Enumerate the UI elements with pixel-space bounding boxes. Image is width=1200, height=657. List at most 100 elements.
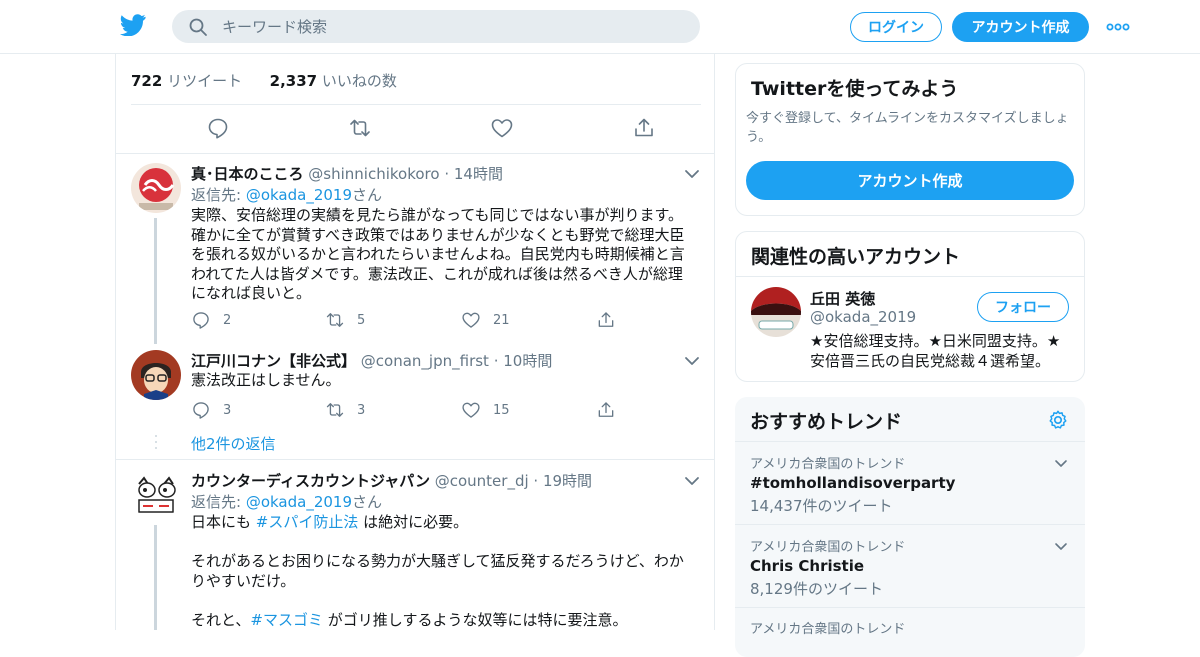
tweet-time[interactable]: 19時間	[543, 472, 592, 490]
reply-handle-link[interactable]: @okada_2019	[246, 186, 352, 204]
author-handle[interactable]: @counter_dj	[435, 472, 529, 490]
divider	[735, 524, 1085, 525]
reply-tweet[interactable]: 真･日本のこころ @shinnichikokoro · 14時間 返信先: @o…	[116, 163, 714, 344]
like-icon	[462, 312, 480, 328]
thread-line	[154, 218, 157, 344]
likes-count[interactable]: 2,337	[270, 72, 317, 90]
reply-tweet[interactable]: 江戸川コナン【非公式】 @conan_jpn_first · 10時間 憲法改正…	[116, 350, 714, 460]
share-action[interactable]	[596, 400, 628, 420]
related-account-handle[interactable]: @okada_2019	[810, 308, 916, 326]
retweet-count: 5	[357, 312, 366, 328]
reply-tweet[interactable]: カウンターディスカウントジャパン @counter_dj · 19時間 返信先:…	[116, 470, 714, 630]
trend-topic[interactable]: Chris Christie	[750, 557, 1070, 575]
author-name[interactable]: 真･日本のこころ	[191, 165, 304, 183]
signup-card-button[interactable]: アカウント作成	[746, 161, 1074, 200]
like-count: 15	[493, 402, 510, 418]
gear-icon[interactable]	[1047, 409, 1069, 431]
follow-button[interactable]: フォロー	[977, 292, 1069, 322]
more-icon[interactable]	[1106, 18, 1130, 36]
avatar[interactable]	[131, 470, 181, 520]
reply-icon[interactable]	[206, 116, 230, 140]
avatar[interactable]	[131, 350, 181, 400]
like-icon[interactable]	[490, 116, 514, 140]
tweet-time[interactable]: 14時間	[454, 165, 503, 183]
trend-item[interactable]: アメリカ合衆国のトレンド	[750, 618, 1070, 637]
share-icon	[598, 402, 614, 417]
avatar[interactable]	[131, 163, 181, 213]
chevron-down-icon[interactable]	[684, 476, 700, 486]
related-account-name[interactable]: 丘田 英徳	[810, 288, 875, 309]
retweet-icon[interactable]	[348, 116, 372, 140]
thread-dots	[155, 435, 157, 449]
login-button[interactable]: ログイン	[850, 12, 942, 42]
search-box	[172, 10, 700, 43]
author-handle[interactable]: @conan_jpn_first	[361, 352, 489, 370]
trend-count: 8,129件のツイート	[750, 580, 883, 598]
show-more-replies-link[interactable]: 他2件の返信	[191, 433, 276, 454]
hashtag-link[interactable]: #マスゴミ	[250, 611, 323, 629]
divider	[735, 607, 1085, 608]
share-icon[interactable]	[632, 116, 656, 140]
tweet-text: 憲法改正はしません。	[191, 371, 341, 389]
likes-label[interactable]: いいねの数	[322, 72, 397, 90]
tweet-actions: 2 5 21	[191, 310, 631, 332]
reply-action[interactable]: 3	[191, 400, 231, 420]
divider	[735, 441, 1085, 442]
chevron-down-icon[interactable]	[1054, 459, 1068, 468]
share-icon	[598, 312, 614, 327]
reply-action[interactable]: 2	[191, 310, 231, 330]
avatar-image	[131, 163, 181, 213]
related-accounts-title: 関連性の高いアカウント	[751, 246, 961, 268]
retweet-action[interactable]: 3	[325, 400, 365, 420]
tweet-timeline: 722 リツイート 2,337 いいねの数 真･日本のこころ @shinnich…	[115, 54, 715, 630]
chevron-down-icon[interactable]	[684, 356, 700, 366]
tweet-actions: 3 3 15	[191, 400, 631, 422]
tweet-text: 日本にも #スパイ防止法 は絶対に必要。 それがあるとお困りになる勢力が大騒ぎし…	[191, 513, 684, 629]
reply-handle-link[interactable]: @okada_2019	[246, 493, 352, 511]
tweet-time[interactable]: 10時間	[503, 352, 552, 370]
tweet-stats: 722 リツイート 2,337 いいねの数	[131, 70, 397, 91]
trends-card: おすすめトレンド アメリカ合衆国のトレンド #tomhollandisoverp…	[735, 397, 1085, 657]
retweet-action[interactable]: 5	[325, 310, 365, 330]
avatar-image	[751, 287, 801, 337]
divider	[116, 153, 714, 154]
top-header: ログイン アカウント作成	[0, 0, 1200, 54]
avatar-image	[131, 350, 181, 400]
avatar-image	[131, 470, 181, 520]
trend-location: アメリカ合衆国のトレンド	[750, 540, 906, 555]
avatar[interactable]	[751, 287, 801, 337]
retweet-icon	[326, 313, 344, 327]
related-account-bio: ★安倍総理支持。★日米同盟支持。★安倍晋三氏の自民党総裁４選希望。	[810, 332, 1061, 370]
like-icon	[462, 402, 480, 418]
divider	[131, 104, 701, 105]
reply-to: 返信先: @okada_2019さん	[191, 493, 383, 511]
reply-count: 2	[223, 312, 232, 328]
trend-location: アメリカ合衆国のトレンド	[750, 622, 906, 637]
chevron-down-icon[interactable]	[1054, 542, 1068, 551]
twitter-logo-icon[interactable]	[120, 14, 146, 36]
trend-item[interactable]: アメリカ合衆国のトレンド Chris Christie 8,129件のツイート	[750, 536, 1070, 599]
share-action[interactable]	[596, 310, 628, 330]
signup-button[interactable]: アカウント作成	[952, 12, 1089, 42]
reply-count: 3	[223, 402, 232, 418]
trends-title: おすすめトレンド	[750, 411, 903, 433]
author-name[interactable]: 江戸川コナン【非公式】	[191, 352, 356, 370]
related-accounts-card: 関連性の高いアカウント 丘田 英徳 @okada_2019 フォロー ★安倍総理…	[735, 231, 1085, 382]
chevron-down-icon[interactable]	[684, 169, 700, 179]
retweet-icon	[326, 403, 344, 417]
like-action[interactable]: 15	[461, 400, 510, 420]
thread-line	[154, 525, 157, 630]
author-handle[interactable]: @shinnichikokoro	[308, 165, 439, 183]
retweets-count[interactable]: 722	[131, 72, 162, 90]
trend-topic[interactable]: #tomhollandisoverparty	[750, 474, 1070, 492]
tweet-header: 真･日本のこころ @shinnichikokoro · 14時間	[191, 165, 503, 183]
retweets-label[interactable]: リツイート	[167, 72, 242, 90]
search-input[interactable]	[222, 10, 682, 43]
author-name[interactable]: カウンターディスカウントジャパン	[191, 472, 430, 490]
hashtag-link[interactable]: #スパイ防止法	[256, 513, 359, 531]
divider	[736, 276, 1084, 277]
signup-card-description: 今すぐ登録して、タイムラインをカスタマイズしましょう。	[746, 111, 1069, 145]
like-action[interactable]: 21	[461, 310, 510, 330]
trend-item[interactable]: アメリカ合衆国のトレンド #tomhollandisoverparty 14,4…	[750, 453, 1070, 516]
reply-icon	[193, 402, 209, 419]
